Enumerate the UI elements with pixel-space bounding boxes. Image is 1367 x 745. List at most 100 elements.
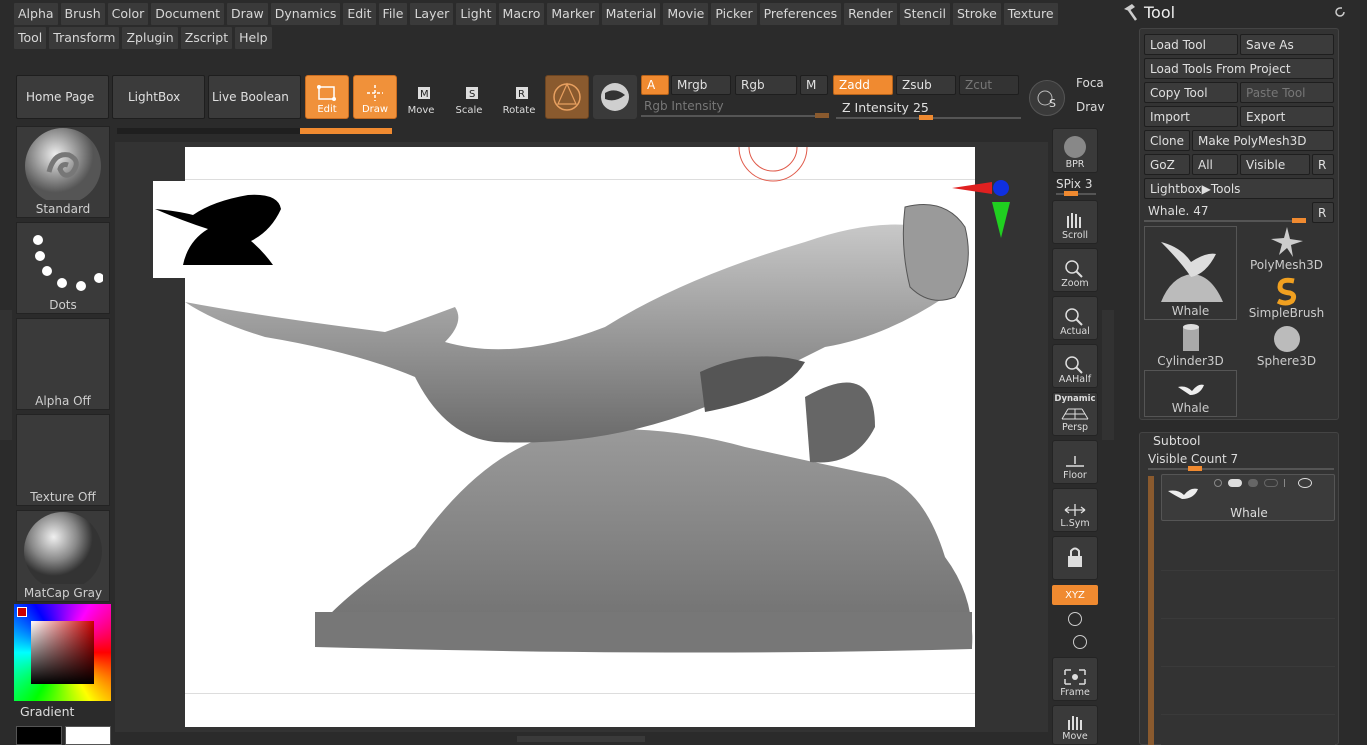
zadd-button[interactable]: Zadd xyxy=(833,75,893,95)
load-tool-button[interactable]: Load Tool xyxy=(1144,34,1238,55)
subtool-item-whale[interactable]: Whale xyxy=(1161,474,1335,521)
menu-stroke[interactable]: Stroke xyxy=(952,3,1001,25)
actual-button[interactable]: Actual xyxy=(1052,296,1098,340)
rgb-button[interactable]: Rgb xyxy=(735,75,797,95)
tool-thumb-polymesh3d[interactable]: PolyMesh3D xyxy=(1240,226,1333,273)
make-polymesh3d-button[interactable]: Make PolyMesh3D xyxy=(1192,130,1334,151)
texture-selector[interactable]: Texture Off xyxy=(16,414,110,506)
zoom-button[interactable]: Zoom xyxy=(1052,248,1098,292)
spix-control[interactable]: SPix 3 xyxy=(1056,177,1096,196)
menu-preferences[interactable]: Preferences xyxy=(759,3,842,25)
menu-transform[interactable]: Transform xyxy=(49,27,120,49)
menu-color[interactable]: Color xyxy=(107,3,149,25)
solo-icon[interactable] xyxy=(1248,479,1258,487)
paste-tool-button[interactable]: Paste Tool xyxy=(1240,82,1334,103)
floor-button[interactable]: Floor xyxy=(1052,440,1098,484)
a-button[interactable]: A xyxy=(641,75,669,95)
persp-button[interactable]: Dynamic Persp xyxy=(1052,392,1098,436)
material-button[interactable] xyxy=(545,75,589,119)
current-tool-slider[interactable]: Whale. 47 xyxy=(1144,202,1310,223)
goz-button[interactable]: GoZ xyxy=(1144,154,1190,175)
scale-button[interactable]: S Scale xyxy=(449,75,489,119)
menu-brush[interactable]: Brush xyxy=(60,3,105,25)
visible-count-thumb[interactable] xyxy=(1188,466,1202,471)
rotate-button[interactable]: R Rotate xyxy=(497,75,541,119)
texture-button[interactable] xyxy=(593,75,637,119)
visible-count-slider[interactable]: Visible Count 7 xyxy=(1148,452,1334,471)
menu-tool[interactable]: Tool xyxy=(14,27,47,49)
right-tray-handle[interactable] xyxy=(1102,310,1114,440)
lock-button[interactable] xyxy=(1052,536,1098,580)
current-tool-thumb[interactable] xyxy=(1292,218,1306,223)
lsym-button[interactable]: L.Sym xyxy=(1052,488,1098,532)
menu-macro[interactable]: Macro xyxy=(498,3,545,25)
menu-stencil[interactable]: Stencil xyxy=(899,3,950,25)
live-boolean-button[interactable]: Live Boolean xyxy=(208,75,301,119)
xyz-button[interactable]: XYZ xyxy=(1052,585,1098,605)
menu-texture[interactable]: Texture xyxy=(1003,3,1058,25)
menu-help[interactable]: Help xyxy=(235,27,272,49)
polypaint-icon[interactable] xyxy=(1214,479,1222,487)
tool-thumb-sphere3d[interactable]: Sphere3D xyxy=(1240,322,1333,369)
primary-color-swatch[interactable] xyxy=(16,726,62,745)
brush-selector[interactable]: Standard xyxy=(16,126,110,218)
axis-gizmo[interactable] xyxy=(952,180,1012,240)
alpha-selector[interactable]: Alpha Off xyxy=(16,318,110,410)
save-as-button[interactable]: Save As xyxy=(1240,34,1334,55)
tool-thumb-whale-2[interactable]: Whale xyxy=(1144,370,1237,417)
menu-zscript[interactable]: Zscript xyxy=(180,27,233,49)
material-selector[interactable]: MatCap Gray xyxy=(16,510,110,602)
menu-picker[interactable]: Picker xyxy=(711,3,757,25)
goz-all-button[interactable]: All xyxy=(1192,154,1238,175)
navigation-thumbnail[interactable] xyxy=(153,181,283,278)
home-page-button[interactable]: Home Page xyxy=(16,75,109,119)
edit-button[interactable]: Edit xyxy=(305,75,349,119)
zsub-button[interactable]: Zsub xyxy=(896,75,956,95)
z-intensity-slider[interactable]: Z Intensity 25 xyxy=(836,100,1021,120)
bpr-button[interactable]: BPR xyxy=(1052,128,1098,173)
menu-render[interactable]: Render xyxy=(844,3,897,25)
stroke-selector[interactable]: Dots xyxy=(16,222,110,314)
menu-layer[interactable]: Layer xyxy=(410,3,454,25)
menu-file[interactable]: File xyxy=(378,3,408,25)
subtool-scrollbar[interactable] xyxy=(1148,476,1154,745)
tool-thumb-simplebrush[interactable]: SimpleBrush xyxy=(1240,274,1333,321)
copy-tool-button[interactable]: Copy Tool xyxy=(1144,82,1238,103)
menu-light[interactable]: Light xyxy=(456,3,496,25)
dynamic-subdiv-icon[interactable] xyxy=(1264,479,1278,487)
rotate-z-icon[interactable] xyxy=(1073,635,1087,649)
secondary-color-swatch[interactable] xyxy=(65,726,111,745)
m-button[interactable]: M xyxy=(800,75,828,95)
import-button[interactable]: Import xyxy=(1144,106,1238,127)
bottom-tray-handle[interactable] xyxy=(517,736,645,742)
load-tools-from-project-button[interactable]: Load Tools From Project xyxy=(1144,58,1334,79)
rgb-intensity-slider[interactable]: Rgb Intensity xyxy=(641,99,831,118)
visibility-toggle-icon[interactable] xyxy=(1228,479,1242,487)
menu-draw[interactable]: Draw xyxy=(227,3,268,25)
spix-thumb[interactable] xyxy=(1064,191,1078,196)
current-tool-r-button[interactable]: R xyxy=(1312,202,1334,223)
zcut-button[interactable]: Zcut xyxy=(959,75,1019,95)
focal-shift-button[interactable]: S xyxy=(1029,80,1065,116)
eye-icon[interactable] xyxy=(1298,478,1312,488)
brush-icon[interactable] xyxy=(1284,479,1292,487)
goz-visible-button[interactable]: Visible xyxy=(1240,154,1310,175)
tool-thumb-cylinder3d[interactable]: Cylinder3D xyxy=(1144,322,1237,369)
move-view-button[interactable]: Move xyxy=(1052,705,1098,745)
menu-alpha[interactable]: Alpha xyxy=(14,3,58,25)
lightbox-tools-button[interactable]: Lightbox▶Tools xyxy=(1144,178,1334,199)
menu-edit[interactable]: Edit xyxy=(343,3,376,25)
lightbox-button[interactable]: LightBox xyxy=(112,75,205,119)
reset-icon[interactable] xyxy=(1333,5,1347,19)
left-tray-handle[interactable] xyxy=(0,310,12,440)
move-button[interactable]: M Move xyxy=(401,75,441,119)
draw-button[interactable]: Draw xyxy=(353,75,397,119)
color-saturation-box[interactable] xyxy=(31,621,94,684)
menu-movie[interactable]: Movie xyxy=(663,3,709,25)
canvas[interactable] xyxy=(185,147,975,727)
menu-document[interactable]: Document xyxy=(151,3,225,25)
rgb-intensity-thumb[interactable] xyxy=(815,113,829,118)
rotate-y-icon[interactable] xyxy=(1068,612,1082,626)
whale-model[interactable] xyxy=(185,147,975,727)
menu-zplugin[interactable]: Zplugin xyxy=(122,27,178,49)
